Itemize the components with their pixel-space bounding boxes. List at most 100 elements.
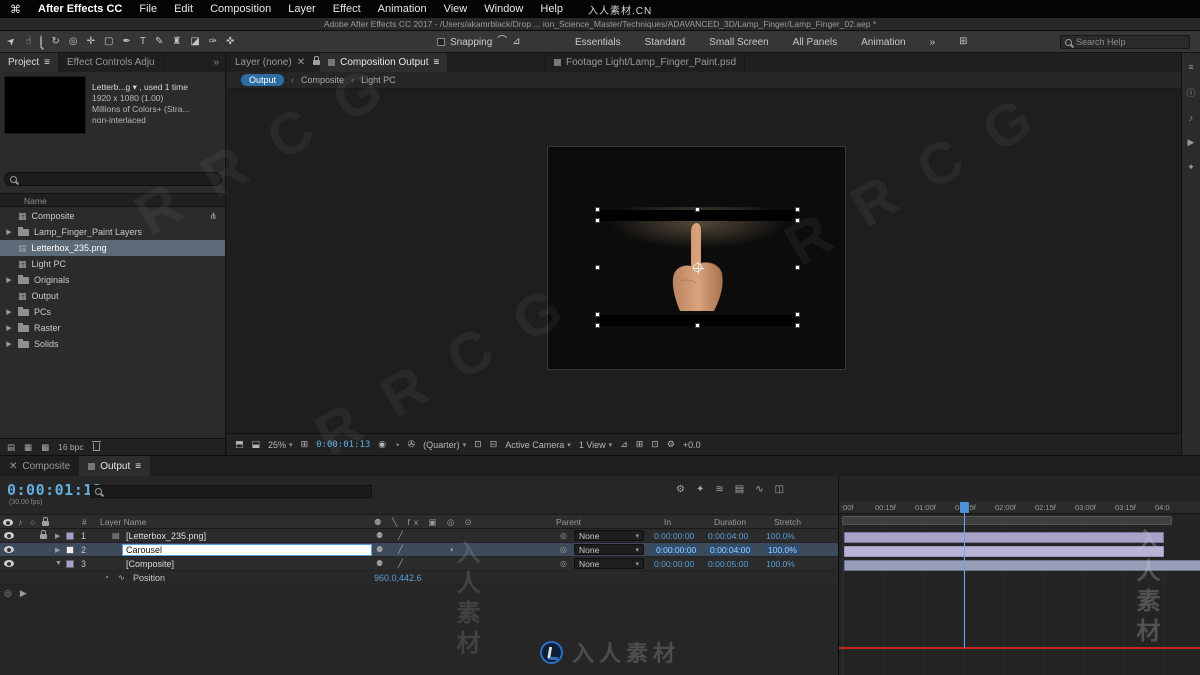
time-ruler[interactable]: :00f 00:15f 01:00f 01:15f 02:00f 02:15f … [839,501,1200,514]
pan-behind-tool-icon[interactable]: ✛ [87,37,95,47]
column-in[interactable]: In [664,517,671,527]
breadcrumb-light-pc[interactable]: Light PC [361,75,396,85]
label-color-swatch[interactable] [66,546,74,554]
transparency-grid-icon[interactable]: ⊟ [490,439,498,450]
puppet-pin-tool-icon[interactable]: ✜ [226,37,234,47]
menu-edit[interactable]: Edit [174,3,193,15]
current-timecode[interactable]: 0:00:01:13 [7,481,102,499]
column-switches-icons[interactable]: ⚉ ╲ fx ▣ ◎ ⊙ [374,517,476,528]
twirl-icon[interactable]: ▶ [5,340,13,348]
menu-file[interactable]: File [139,3,157,15]
layer-rename-input[interactable] [122,544,372,556]
close-icon[interactable]: ✕ [9,461,17,472]
tab-overflow-icon[interactable]: » [207,53,225,72]
graph-editor-icon[interactable]: ◫ [775,484,784,495]
play-icon[interactable]: ▶ [20,588,27,599]
flowchart-icon[interactable]: ⚙ [667,439,675,450]
solo-column-icon[interactable]: ○ [30,517,35,527]
trash-icon[interactable] [91,441,101,451]
position-property-row[interactable]: ◔ ∿ Position 960.0,442.6 [0,571,838,585]
selection-handle[interactable] [595,323,600,328]
property-value[interactable]: 960.0,442.6 [374,573,422,583]
menu-help[interactable]: Help [540,3,563,15]
zoom-dropdown[interactable]: 25% ▾ [268,440,293,450]
hand-tool-icon[interactable]: ☝ [25,37,31,47]
property-name[interactable]: Position [133,573,165,583]
new-folder-icon[interactable]: ▦ [24,442,32,453]
motion-blur-icon[interactable]: ∿ [755,484,763,495]
column-number[interactable]: # [82,517,87,527]
selection-tool-icon[interactable]: ➤ [5,35,19,49]
effects-presets-panel-icon[interactable]: ✦ [1187,162,1195,173]
camera-dropdown[interactable]: Active Camera ▾ [505,440,571,450]
label-color-swatch[interactable] [66,532,74,540]
timeline-button-icon[interactable]: ⊡ [651,439,659,450]
in-value[interactable]: 0:00:00:00 [654,559,694,569]
tab-composition-viewer[interactable]: Composition Output ≡ [320,53,448,72]
live-update-icon[interactable]: ✇ [408,439,416,450]
twirl-icon[interactable]: ▶ [55,546,60,554]
zoom-tool-icon[interactable] [40,35,43,48]
selection-handle[interactable] [795,218,800,223]
camera-tool-icon[interactable]: ◎ [69,37,78,47]
panel-menu-icon[interactable]: ≡ [135,461,141,472]
preview-panel-icon[interactable]: ▶ [1188,137,1195,148]
layer-row-letterbox[interactable]: ▶ 1 ▤ [Letterbox_235.png] ⚉ ╱ ◎ None ▾ 0… [0,529,838,543]
selection-handle[interactable] [795,312,800,317]
roto-brush-tool-icon[interactable]: ✑ [209,37,217,47]
clone-stamp-tool-icon[interactable]: ♜ [172,37,181,47]
current-time-indicator[interactable] [960,502,969,513]
twirl-icon[interactable]: ▶ [55,532,60,540]
workspace-animation[interactable]: Animation [861,37,905,48]
parent-dropdown[interactable]: None ▾ [574,558,644,569]
selection-handle[interactable] [695,323,700,328]
quality-switch-icon[interactable]: ╱ [398,531,403,540]
workspace-essentials[interactable]: Essentials [575,37,621,48]
project-item-output[interactable]: ▦ Output [0,288,225,304]
menu-view[interactable]: View [444,3,468,15]
layer-name[interactable]: [Letterbox_235.png] [126,531,206,541]
selection-handle[interactable] [595,207,600,212]
selection-handle[interactable] [595,312,600,317]
project-name-header[interactable]: Name [0,193,225,207]
layer-bar-carousel[interactable] [844,546,1164,557]
resolution-dropdown[interactable]: (Quarter) ▾ [423,440,466,450]
tab-timeline-output[interactable]: Output ≡ [79,456,151,476]
composition-mini-flowchart-icon[interactable]: ⚙ [676,484,685,495]
magnification-icon[interactable]: ⬓ [252,439,261,450]
stopwatch-icon[interactable]: ◔ [104,573,109,582]
tab-layer-viewer[interactable]: Layer (none) ✕ [227,53,313,72]
parent-dropdown[interactable]: None ▾ [574,544,644,555]
breadcrumb-current[interactable]: Output [241,74,285,86]
project-bit-depth[interactable]: 16 bpc [58,442,84,452]
workspace-grid-icon[interactable]: ⊞ [959,37,967,47]
parent-pickwhip-icon[interactable]: ◎ [560,559,567,568]
new-composition-icon[interactable]: ▩ [41,442,49,453]
workspace-standard[interactable]: Standard [645,37,686,48]
layer-lock-icon[interactable] [40,530,47,539]
column-layer-name[interactable]: Layer Name [100,517,146,527]
label-color-swatch[interactable] [66,560,74,568]
draft-3d-icon[interactable]: ✦ [696,484,704,495]
fast-previews-icon[interactable]: ⊞ [636,439,644,450]
interpret-footage-icon[interactable]: ▤ [7,442,15,453]
layer-row-composite[interactable]: ▼ 3 [Composite] ⚉ ╱ ◎ None ▾ 0:00:00:00 … [0,557,838,571]
help-search-input[interactable] [1076,37,1185,47]
workspace-all-panels[interactable]: All Panels [793,37,837,48]
pen-tool-icon[interactable]: ✒ [122,37,130,47]
apple-logo-icon[interactable]: ⌘ [10,3,21,16]
viewer-timecode[interactable]: 0:00:01:13 [316,440,370,450]
work-area-bar[interactable] [842,516,1172,525]
snapping-checkbox[interactable] [437,38,445,46]
project-search-input[interactable] [21,174,216,184]
rotate-tool-icon[interactable]: ↻ [51,37,59,47]
region-of-interest-icon[interactable]: ⊡ [474,439,482,450]
quality-switch-icon[interactable]: ╱ [398,559,403,568]
audio-panel-icon[interactable]: ♪ [1189,113,1194,123]
layer-bar-letterbox[interactable] [844,532,1164,543]
type-tool-icon[interactable]: T [140,37,146,47]
video-column-icon[interactable] [3,519,13,526]
project-item-composite[interactable]: ▦ Composite ⋔ [0,208,225,224]
parent-dropdown[interactable]: None ▾ [574,530,644,541]
selection-handle[interactable] [695,207,700,212]
